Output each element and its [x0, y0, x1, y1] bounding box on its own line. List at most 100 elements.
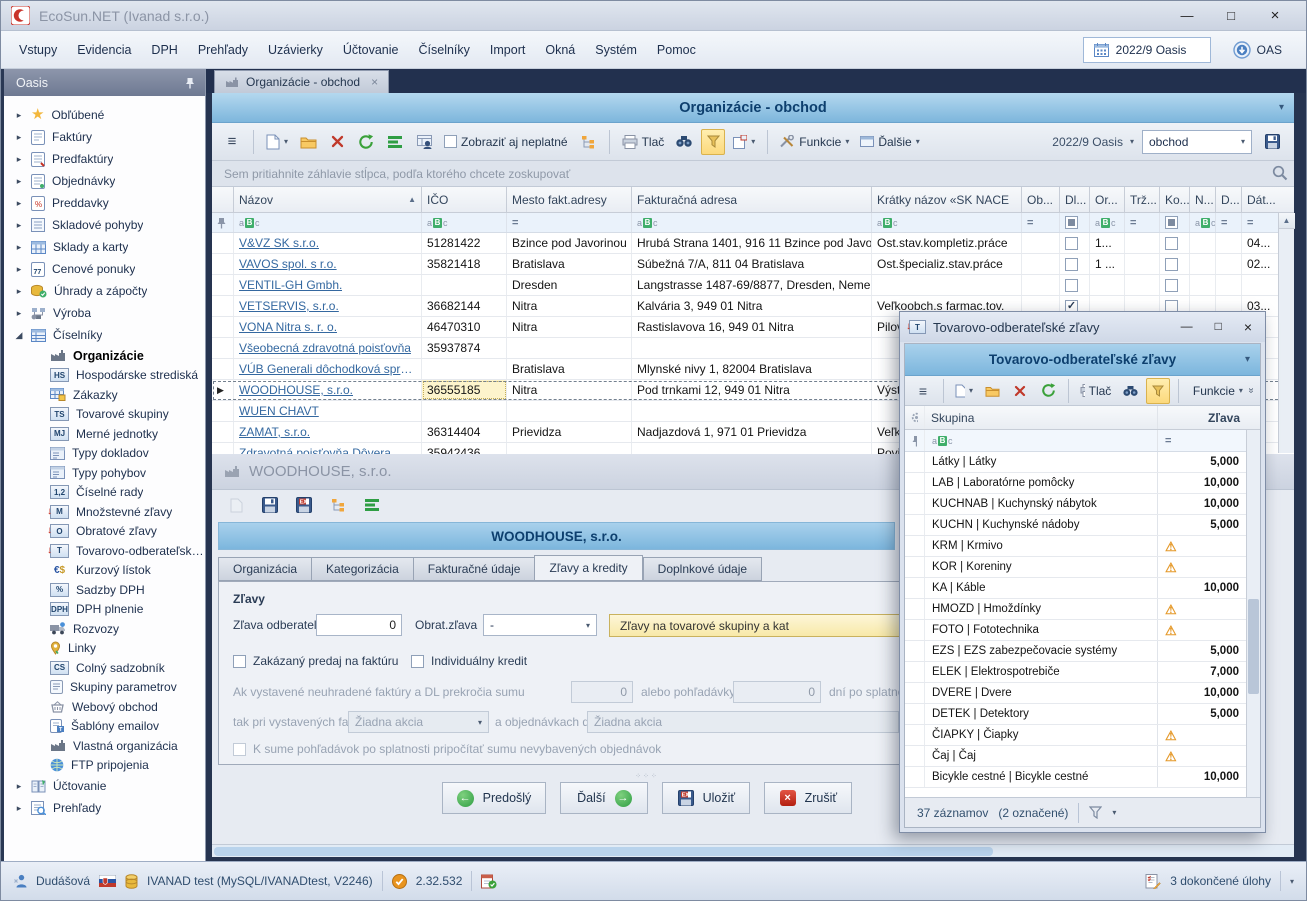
filter-icon[interactable] — [1089, 806, 1102, 819]
trz-cell[interactable] — [1125, 254, 1160, 274]
checkbox[interactable] — [444, 135, 457, 148]
float-titlebar[interactable]: ↓T Tovarovo-odberateľské zľavy — □ × — [900, 312, 1265, 342]
organization-link[interactable]: Zdravotná poisťovňa Dôvera — [239, 446, 391, 454]
nace-cell[interactable] — [872, 275, 1022, 295]
functions-button[interactable]: Funkcie▾ — [1187, 378, 1244, 404]
slovak-flag-icon[interactable] — [99, 875, 116, 887]
nace-cell[interactable]: Ost.stav.kompletiz.práce — [872, 233, 1022, 253]
sidebar-item-skupiny-parametrov[interactable]: Skupiny parametrov — [4, 678, 205, 698]
menu-uzavierky[interactable]: Uzávierky — [258, 37, 333, 63]
dl-cell[interactable] — [1060, 275, 1090, 295]
discount-cell[interactable]: ⚠5,000 — [1158, 452, 1246, 472]
group-cell[interactable]: HMOZD | Hmoždínky — [925, 599, 1158, 619]
discount-cell[interactable]: ⚠10,000 — [1158, 578, 1246, 598]
filter-pin-icon[interactable] — [905, 430, 925, 451]
filter-cell[interactable] — [1060, 213, 1090, 232]
save-button[interactable] — [258, 492, 282, 518]
group-cell[interactable]: DVERE | Dvere — [925, 683, 1158, 703]
toolbar-period[interactable]: 2022/9 Oasis▾ — [1052, 135, 1134, 149]
list-item[interactable]: KUCHNAB | Kuchynský nábytok ⚠10,000 — [905, 494, 1260, 515]
dat-cell[interactable] — [1242, 275, 1278, 295]
sidebar-header[interactable]: Oasis — [4, 69, 205, 96]
menu-dph[interactable]: DPH — [141, 37, 187, 63]
print-button[interactable]: Tlač — [1077, 378, 1114, 404]
sidebar-item-cenove-ponuky[interactable]: ▸77Cenové ponuky — [4, 258, 205, 280]
menu-ciselniky[interactable]: Číselníky — [409, 37, 480, 63]
checkbox[interactable] — [1165, 237, 1178, 250]
group-discounts-button[interactable]: Zľavy na tovarové skupiny a kat — [609, 614, 909, 637]
address-cell[interactable]: Hrubá Strana 1401, 916 11 Bzince pod Jav… — [632, 233, 872, 253]
oas-button[interactable]: OAS — [1233, 41, 1282, 59]
close-button[interactable]: × — [1244, 319, 1252, 335]
city-cell[interactable]: Dresden — [507, 275, 632, 295]
discount-cell[interactable]: ⚠5,000 — [1158, 641, 1246, 661]
filter-cell[interactable]: = — [1216, 213, 1242, 232]
save-layout-button[interactable] — [1260, 129, 1284, 155]
align-list-icon[interactable] — [383, 129, 407, 155]
ob-cell[interactable] — [1022, 275, 1060, 295]
expand-icon[interactable]: ▸ — [14, 132, 24, 143]
filter-cell[interactable]: aBc — [1190, 213, 1216, 232]
discount-cell[interactable]: ⚠ — [1158, 620, 1246, 640]
sidebar-item-uctovanie[interactable]: ▸Účtovanie — [4, 775, 205, 797]
sidebar-item-tovarovo-odberatelske[interactable]: ↓TTovarovo-odberateľské... — [4, 541, 205, 561]
d-cell[interactable] — [1216, 254, 1242, 274]
tab-fakturacne-udaje[interactable]: Fakturačné údaje — [413, 557, 535, 581]
filter-cell[interactable]: aBc — [872, 213, 1022, 232]
sidebar-item-zakazky[interactable]: Zákazky — [4, 385, 205, 405]
column-header-dl[interactable]: Dl... — [1060, 187, 1090, 212]
list-item[interactable]: LAB | Laboratórne pomôcky ⚠10,000 — [905, 473, 1260, 494]
table-row[interactable]: ▶ V&VZ SK s.r.o. 51281422 Bzince pod Jav… — [212, 233, 1294, 254]
or-cell[interactable] — [1090, 275, 1125, 295]
group-cell[interactable]: KUCHN | Kuchynské nádoby — [925, 515, 1158, 535]
ko-cell[interactable] — [1160, 254, 1190, 274]
grid-vertical-scrollbar[interactable]: ▲ — [1278, 213, 1294, 453]
ob-cell[interactable] — [1022, 233, 1060, 253]
list-item[interactable]: FOTO | Fototechnika ⚠ — [905, 620, 1260, 641]
checkbox[interactable] — [1165, 258, 1178, 271]
sidebar-item-webovy-obchod[interactable]: Webový obchod — [4, 697, 205, 717]
new-record-button[interactable]: ▾ — [263, 129, 291, 155]
tab-zlavy-a-kredity[interactable]: Zľavy a kredity — [534, 555, 642, 581]
sidebar-item-ciselne-rady[interactable]: 1,2Číselné rady — [4, 483, 205, 503]
tab-organizacia[interactable]: Organizácia — [218, 557, 311, 581]
discount-cell[interactable]: ⚠7,000 — [1158, 662, 1246, 682]
sidebar-item-vyroba[interactable]: ▸Výroba — [4, 302, 205, 324]
previous-button[interactable]: ←Predošlý — [442, 782, 547, 814]
discount-cell[interactable]: ⚠10,000 — [1158, 494, 1246, 514]
ico-cell[interactable]: 36555185 — [422, 380, 507, 400]
sidebar-item-typy-pohybov[interactable]: Typy pohybov — [4, 463, 205, 483]
chevron-down-icon[interactable]: ▾ — [1290, 877, 1294, 886]
ob-cell[interactable] — [1022, 254, 1060, 274]
expand-icon[interactable]: ▸ — [14, 154, 24, 165]
sidebar-item-mnozstevne-zlavy[interactable]: ↓MMnožstevné zľavy — [4, 502, 205, 522]
discount-cell[interactable]: ⚠ — [1158, 599, 1246, 619]
column-header-ob[interactable]: Ob... — [1022, 187, 1060, 212]
contacts-button[interactable] — [412, 129, 436, 155]
organization-link[interactable]: Všeobecná zdravotná poisťovňa — [239, 341, 411, 355]
sidebar-item-dph-plnenie[interactable]: DPHDPH plnenie — [4, 600, 205, 620]
print-button[interactable]: Tlač — [619, 129, 668, 155]
expand-icon[interactable]: ▸ — [14, 242, 24, 253]
column-header-zlava[interactable]: Zľava — [1158, 406, 1246, 429]
column-header-dat[interactable]: Dát... — [1242, 187, 1278, 212]
organization-link[interactable]: VAVOS spol. s r.o. — [239, 257, 337, 271]
new-record-button[interactable]: ▾ — [952, 378, 976, 404]
dat-cell[interactable]: 02... — [1242, 254, 1278, 274]
close-button[interactable]: × — [1268, 7, 1282, 24]
dat-cell[interactable]: 04... — [1242, 233, 1278, 253]
list-item[interactable]: KOR | Koreniny ⚠ — [905, 557, 1260, 578]
tab-doplnkove-udaje[interactable]: Doplnkové údaje — [643, 557, 762, 581]
scrollbar-thumb[interactable] — [1248, 599, 1259, 694]
group-by-panel[interactable]: Sem pritiahnite záhlavie stĺpca, podľa k… — [212, 161, 1294, 187]
list-item[interactable]: Bicykle cestné | Bicykle cestné ⚠10,000 — [905, 767, 1260, 788]
sidebar-item-skladove-pohyby[interactable]: ▸Skladové pohyby — [4, 214, 205, 236]
address-cell[interactable] — [632, 401, 872, 421]
column-header-ico[interactable]: IČO — [422, 187, 507, 212]
n-cell[interactable] — [1190, 275, 1216, 295]
d-cell[interactable] — [1216, 275, 1242, 295]
filter-cell[interactable]: aBc — [422, 213, 507, 232]
delete-button[interactable] — [1008, 378, 1032, 404]
address-cell[interactable]: Kalvária 3, 949 01 Nitra — [632, 296, 872, 316]
list-item[interactable]: ČIAPKY | Čiapky ⚠ — [905, 725, 1260, 746]
